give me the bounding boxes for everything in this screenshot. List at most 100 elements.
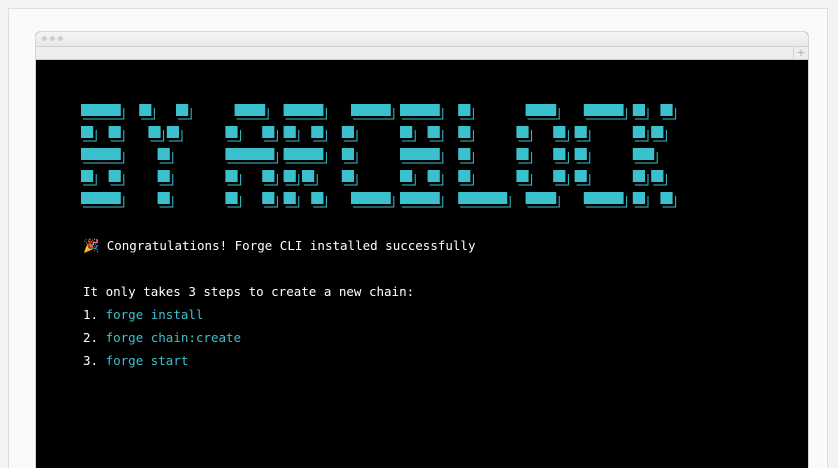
banner-block	[660, 192, 673, 204]
banner-block	[651, 170, 664, 182]
banner-block	[651, 126, 664, 138]
banner-block	[632, 148, 655, 160]
banner-block	[157, 170, 170, 182]
step-3: 3. forge start	[83, 353, 188, 369]
intro-text: It only takes 3 steps to create a new ch…	[83, 284, 415, 299]
banner-block	[311, 192, 324, 204]
banner-block	[108, 170, 121, 182]
banner-letter	[341, 104, 395, 208]
banner-letter	[400, 104, 444, 208]
banner-block	[283, 192, 296, 204]
banner-block	[458, 104, 471, 116]
party-popper-icon: 🎉	[83, 239, 100, 254]
banner-block	[351, 192, 391, 204]
banner-block	[108, 126, 121, 138]
banner-block	[574, 126, 587, 138]
banner-block	[400, 104, 440, 116]
banner-block	[157, 192, 170, 204]
banner-letter	[283, 104, 327, 208]
banner-block	[400, 148, 440, 160]
banner-block	[262, 192, 275, 204]
banner-block	[225, 170, 238, 182]
banner-block	[516, 126, 529, 138]
minimize-dot[interactable]	[50, 36, 55, 41]
banner-block	[225, 192, 238, 204]
banner-block	[302, 170, 315, 182]
step-number: 1.	[83, 307, 99, 322]
banner-block	[148, 126, 161, 138]
banner-block	[341, 170, 354, 182]
banner-letter	[458, 104, 511, 208]
banner-block	[225, 126, 238, 138]
banner-block	[574, 170, 587, 182]
banner-block	[341, 126, 354, 138]
step-2: 2. forge chain:create	[83, 330, 241, 346]
banner-block	[283, 148, 324, 160]
banner-block	[516, 148, 529, 160]
banner-block	[632, 104, 645, 116]
banner-block	[81, 170, 94, 182]
close-dot[interactable]	[42, 36, 47, 41]
banner-letter	[225, 104, 278, 208]
step-1: 1. forge install	[83, 307, 203, 323]
step-command: forge install	[105, 307, 204, 322]
banner-block	[81, 192, 121, 204]
banner-block	[553, 126, 566, 138]
banner-letter	[574, 104, 628, 208]
banner-letter	[516, 104, 569, 208]
banner-block	[351, 104, 391, 116]
banner-block	[427, 126, 440, 138]
tab-bar: +	[36, 47, 808, 60]
banner-block	[81, 126, 94, 138]
banner-block	[225, 148, 275, 160]
banner-block	[176, 104, 189, 116]
banner-block	[157, 148, 170, 160]
banner-block	[400, 126, 413, 138]
step-number: 3.	[83, 353, 99, 368]
banner-block	[139, 104, 152, 116]
terminal-output[interactable]: 🎉 Congratulations! Forge CLI installed s…	[36, 60, 808, 468]
banner-block	[525, 192, 557, 204]
banner-block	[234, 104, 266, 116]
banner-block	[311, 126, 324, 138]
banner-block	[283, 170, 296, 182]
banner-block	[632, 170, 645, 182]
success-message: Congratulations! Forge CLI installed suc…	[106, 238, 476, 253]
banner-block	[632, 126, 645, 138]
banner-block	[458, 192, 508, 204]
banner-letter	[632, 104, 677, 208]
banner-block	[283, 126, 296, 138]
ascii-banner-logo	[81, 104, 677, 208]
banner-block	[574, 148, 587, 160]
banner-block	[81, 148, 121, 160]
banner-letter	[81, 104, 125, 208]
banner-block	[525, 104, 557, 116]
terminal-window: + 🎉 Congratulations! Forge CLI installed…	[36, 32, 808, 468]
step-number: 2.	[83, 330, 99, 345]
banner-block	[583, 104, 624, 116]
banner-block	[262, 126, 275, 138]
banner-block	[427, 170, 440, 182]
banner-letter	[139, 104, 192, 208]
banner-block	[166, 126, 179, 138]
banner-block	[341, 148, 354, 160]
window-titlebar	[36, 32, 808, 47]
plus-icon[interactable]: +	[793, 47, 808, 59]
banner-block	[632, 192, 645, 204]
banner-block	[400, 170, 413, 182]
banner-block	[262, 170, 275, 182]
banner-block	[458, 126, 471, 138]
banner-block	[458, 148, 471, 160]
banner-block	[583, 192, 624, 204]
banner-block	[400, 192, 440, 204]
maximize-dot[interactable]	[58, 36, 63, 41]
banner-block	[81, 104, 121, 116]
step-command: forge chain:create	[105, 330, 242, 345]
step-command: forge start	[105, 353, 189, 368]
banner-block	[553, 170, 566, 182]
banner-block	[458, 170, 471, 182]
banner-block	[553, 148, 566, 160]
banner-block	[660, 104, 673, 116]
banner-block	[516, 170, 529, 182]
banner-block	[283, 104, 324, 116]
